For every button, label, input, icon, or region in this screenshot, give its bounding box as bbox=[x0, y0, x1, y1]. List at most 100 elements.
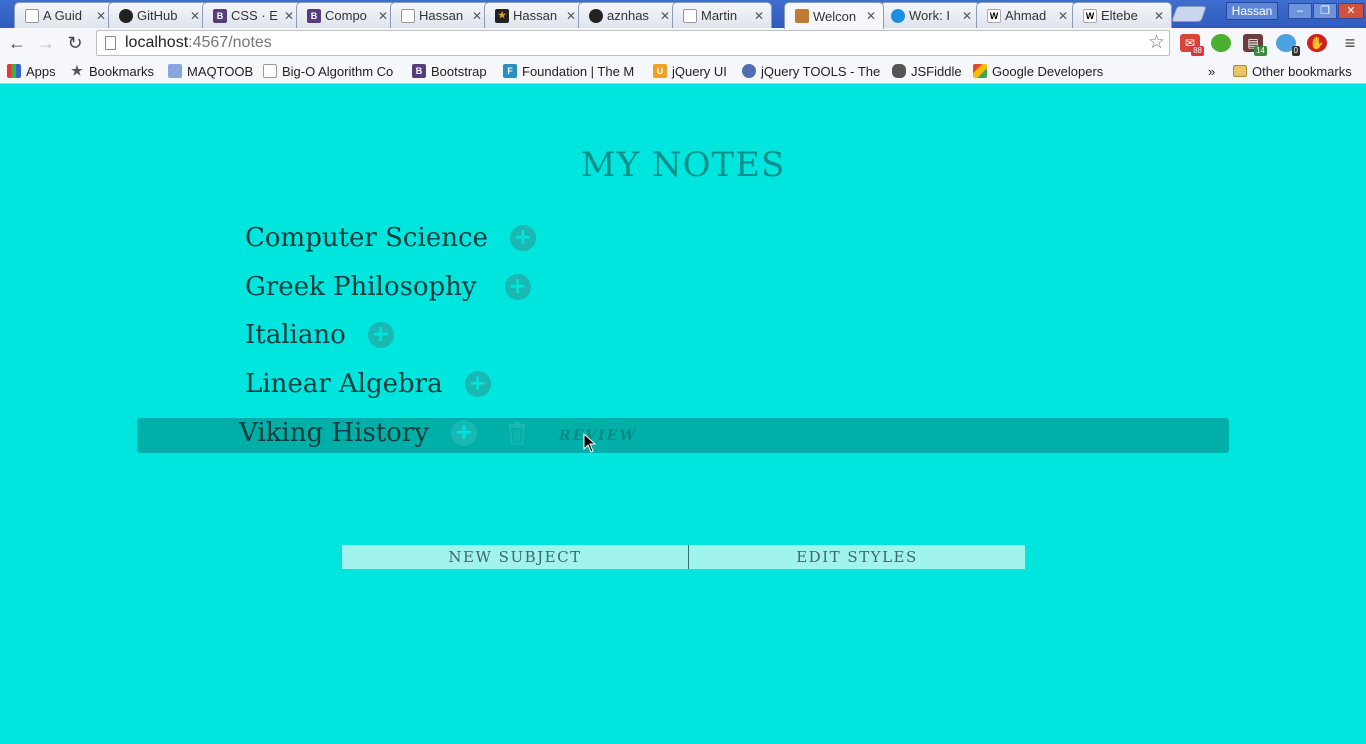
globe-icon bbox=[742, 64, 756, 78]
github-icon bbox=[119, 8, 133, 23]
bookmark-bookmarks[interactable]: ★ Bookmarks bbox=[70, 62, 154, 80]
tab-title: Hassan bbox=[419, 8, 464, 23]
minimize-icon[interactable]: – bbox=[1288, 3, 1312, 19]
subject-name[interactable]: Linear Algebra bbox=[245, 369, 443, 399]
tab-title: Hassan bbox=[513, 8, 558, 23]
bookmark-jquery-ui[interactable]: U jQuery UI bbox=[653, 62, 727, 80]
subject-name[interactable]: Viking History bbox=[239, 418, 429, 448]
trash-icon[interactable] bbox=[507, 421, 527, 445]
add-note-icon[interactable]: + bbox=[464, 371, 491, 397]
bookmark-label: Other bookmarks bbox=[1252, 63, 1352, 79]
add-note-icon[interactable]: + bbox=[509, 225, 536, 251]
other-bookmarks[interactable]: Other bookmarks bbox=[1233, 62, 1352, 80]
address-bar[interactable]: localhost:4567/notes ☆ bbox=[96, 30, 1170, 56]
tab-welcome-active[interactable]: Welcon ✕ bbox=[784, 2, 884, 29]
jsfiddle-icon bbox=[892, 64, 906, 78]
bookmark-label: jQuery UI bbox=[672, 63, 727, 79]
foundation-icon: F bbox=[503, 64, 517, 78]
bookmark-label: Apps bbox=[26, 63, 56, 79]
subject-name[interactable]: Computer Science bbox=[245, 223, 488, 253]
close-tab-icon[interactable]: ✕ bbox=[1153, 9, 1165, 23]
bookmark-apps[interactable]: Apps bbox=[7, 62, 56, 80]
evernote-icon[interactable] bbox=[1211, 34, 1231, 52]
tab-work[interactable]: Work: I ✕ bbox=[880, 2, 980, 28]
url-host: localhost bbox=[125, 34, 189, 51]
close-tab-icon[interactable]: ✕ bbox=[189, 9, 201, 23]
add-note-icon[interactable]: + bbox=[450, 420, 477, 446]
bootstrap-icon: B bbox=[213, 8, 227, 23]
feed-badge: 14 bbox=[1254, 46, 1267, 56]
subject-viking-history[interactable]: Viking History + bbox=[239, 413, 477, 453]
browser-toolbar: ← → ↻ localhost:4567/notes ☆ ✉ 88 ▤ 14 0 ✋… bbox=[0, 28, 1366, 58]
tab-aznhas[interactable]: aznhas ✕ bbox=[578, 2, 678, 28]
tab-components[interactable]: B Compo ✕ bbox=[296, 2, 396, 28]
bookmark-foundation[interactable]: F Foundation | The M bbox=[503, 62, 634, 80]
subject-name[interactable]: Italiano bbox=[245, 320, 346, 350]
folder-icon bbox=[1233, 65, 1247, 77]
gmail-icon[interactable]: ✉ 88 bbox=[1180, 34, 1204, 56]
cloud-icon bbox=[891, 8, 905, 23]
tab-title: Martin bbox=[701, 8, 738, 23]
tab-a-guide[interactable]: A Guid ✕ bbox=[14, 2, 114, 28]
close-tab-icon[interactable]: ✕ bbox=[283, 9, 295, 23]
tab-github[interactable]: GitHub ✕ bbox=[108, 2, 208, 28]
tab-css[interactable]: B CSS · E ✕ bbox=[202, 2, 302, 28]
ghostery-badge: 0 bbox=[1291, 46, 1300, 56]
url-path: :4567/notes bbox=[188, 34, 272, 51]
tab-title: Ahmad bbox=[1005, 8, 1047, 23]
subject-name[interactable]: Greek Philosophy bbox=[245, 272, 477, 302]
feed-icon[interactable]: ▤ 14 bbox=[1243, 34, 1267, 56]
close-tab-icon[interactable]: ✕ bbox=[753, 9, 765, 23]
reload-icon[interactable]: ↻ bbox=[63, 31, 87, 55]
restore-icon[interactable]: ❐ bbox=[1313, 3, 1337, 19]
tab-hassan-1[interactable]: Hassan ✕ bbox=[390, 2, 490, 28]
subject-computer-science[interactable]: Computer Science + bbox=[245, 218, 536, 258]
page-icon bbox=[105, 36, 116, 50]
gmail-badge: 88 bbox=[1191, 46, 1204, 56]
close-tab-icon[interactable]: ✕ bbox=[659, 9, 671, 23]
review-link[interactable]: REVIEW bbox=[559, 428, 637, 444]
bookmark-star-icon[interactable]: ☆ bbox=[1148, 31, 1165, 54]
bookmark-label: jQuery TOOLS - The bbox=[761, 63, 881, 79]
add-note-icon[interactable]: + bbox=[367, 322, 394, 348]
tab-title: GitHub bbox=[137, 8, 178, 23]
bookmark-maqtoob[interactable]: MAQTOOB bbox=[168, 62, 253, 80]
bookmark-big-o[interactable]: Big-O Algorithm Co bbox=[263, 62, 393, 80]
close-window-icon[interactable]: ✕ bbox=[1338, 3, 1364, 19]
bookmark-label: Bootstrap bbox=[431, 63, 487, 79]
page-title: MY NOTES bbox=[580, 145, 786, 185]
subject-linear-algebra[interactable]: Linear Algebra + bbox=[245, 364, 491, 404]
bookmarks-overflow-chevron[interactable]: » bbox=[1208, 62, 1215, 80]
profile-button[interactable]: Hassan bbox=[1226, 2, 1278, 20]
edit-styles-button[interactable]: EDIT STYLES bbox=[689, 545, 1025, 569]
tab-title: Eltebe bbox=[1101, 8, 1138, 23]
bookmark-jquery-tools[interactable]: jQuery TOOLS - The bbox=[742, 62, 880, 80]
tab-martin[interactable]: Martin ✕ bbox=[672, 2, 772, 28]
new-subject-button[interactable]: NEW SUBJECT bbox=[342, 545, 689, 569]
close-tab-icon[interactable]: ✕ bbox=[471, 9, 483, 23]
forward-icon[interactable]: → bbox=[34, 31, 58, 55]
close-tab-icon[interactable]: ✕ bbox=[377, 9, 389, 23]
ghostery-icon[interactable]: 0 bbox=[1276, 34, 1300, 56]
menu-icon[interactable]: ≡ bbox=[1338, 31, 1362, 55]
bookmark-jsfiddle[interactable]: JSFiddle bbox=[892, 62, 962, 80]
document-icon bbox=[263, 64, 277, 78]
adblock-icon[interactable]: ✋ bbox=[1307, 34, 1327, 52]
bookmark-bootstrap[interactable]: B Bootstrap bbox=[412, 62, 487, 80]
subject-greek-philosophy[interactable]: Greek Philosophy + bbox=[245, 267, 531, 307]
subject-italiano[interactable]: Italiano + bbox=[245, 315, 394, 355]
mouse-cursor-icon bbox=[583, 433, 597, 453]
new-tab-button[interactable] bbox=[1171, 6, 1207, 22]
add-note-icon[interactable]: + bbox=[504, 274, 531, 300]
tab-ahmad[interactable]: W Ahmad ✕ bbox=[976, 2, 1076, 28]
back-icon[interactable]: ← bbox=[5, 31, 29, 55]
tab-hassan-2[interactable]: ★ Hassan ✕ bbox=[484, 2, 584, 28]
close-tab-icon[interactable]: ✕ bbox=[961, 9, 973, 23]
bookmark-google-developers[interactable]: Google Developers bbox=[973, 62, 1103, 80]
close-tab-icon[interactable]: ✕ bbox=[565, 9, 577, 23]
close-tab-icon[interactable]: ✕ bbox=[1057, 9, 1069, 23]
bookmark-label: Google Developers bbox=[992, 63, 1104, 79]
close-tab-icon[interactable]: ✕ bbox=[865, 9, 877, 23]
close-tab-icon[interactable]: ✕ bbox=[95, 9, 107, 23]
tab-eltebe[interactable]: W Eltebe ✕ bbox=[1072, 2, 1172, 28]
